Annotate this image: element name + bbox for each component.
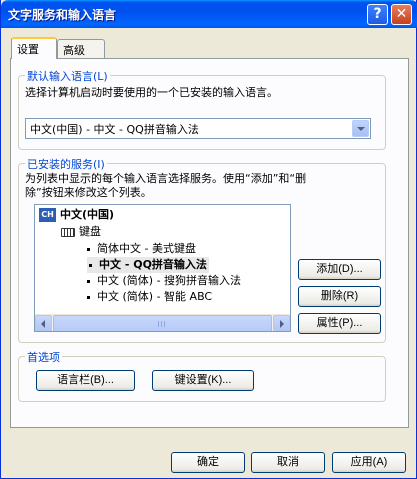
ok-button[interactable]: 确定 xyxy=(171,452,245,473)
tree-service-item[interactable]: 中文 (简体) - 搜狗拼音输入法 xyxy=(87,273,241,289)
properties-button[interactable]: 属性(P)... xyxy=(298,313,381,334)
grip-icon xyxy=(158,321,166,327)
apply-button[interactable]: 应用(A) xyxy=(332,452,406,473)
remove-button[interactable]: 删除(R) xyxy=(298,286,381,307)
bullet-icon xyxy=(87,279,90,283)
horizontal-scrollbar[interactable] xyxy=(35,314,290,331)
window-title: 文字服务和输入语言 xyxy=(8,8,117,22)
service-label: 中文 (简体) - 智能 ABC xyxy=(97,290,213,303)
scroll-thumb[interactable] xyxy=(53,315,272,331)
bullet-icon xyxy=(89,263,92,267)
default-language-description: 选择计算机启动时要使用的一个已安装的输入语言。 xyxy=(25,86,278,99)
tree-service-item-selected[interactable]: 中文 - QQ拼音输入法 xyxy=(87,257,209,273)
default-language-value: 中文(中国) - 中文 - QQ拼音输入法 xyxy=(30,123,199,136)
tree-service-item[interactable]: 中文 (简体) - 智能 ABC xyxy=(87,289,212,305)
installed-services-description-line2: 除”按钮来修改这个列表。 xyxy=(25,186,152,199)
preferences-legend: 首选项 xyxy=(25,349,62,365)
tree-category-label: 键盘 xyxy=(79,225,101,238)
bullet-icon xyxy=(87,295,90,299)
service-label: 中文 (简体) - 搜狗拼音输入法 xyxy=(97,274,242,287)
cancel-button[interactable]: 取消 xyxy=(251,452,325,473)
tree-language-label: 中文(中国) xyxy=(60,208,115,221)
close-button[interactable]: ✕ xyxy=(391,4,412,25)
keyboard-icon xyxy=(61,227,75,237)
tree-language-node[interactable]: CH 中文(中国) xyxy=(39,207,114,223)
tree-service-item[interactable]: 简体中文 - 美式键盘 xyxy=(87,241,196,257)
service-label: 中文 - QQ拼音输入法 xyxy=(99,258,207,271)
language-badge-icon: CH xyxy=(39,208,56,222)
tab-settings[interactable]: 设置 xyxy=(11,37,57,59)
default-language-legend: 默认输入语言(L) xyxy=(25,68,110,84)
tree-category-node[interactable]: 键盘 xyxy=(61,224,101,240)
default-language-select[interactable]: 中文(中国) - 中文 - QQ拼音输入法 xyxy=(25,118,371,139)
bullet-icon xyxy=(87,247,90,251)
title-bar[interactable]: 文字服务和输入语言 ? ✕ xyxy=(1,0,417,28)
scroll-right-icon[interactable] xyxy=(273,315,290,331)
service-label: 简体中文 - 美式键盘 xyxy=(97,242,196,255)
dialog-window: 文字服务和输入语言 ? ✕ 设置 高级 默认输入语言(L) 选择计算机启动时要使… xyxy=(0,0,417,479)
help-button[interactable]: ? xyxy=(367,4,388,25)
add-button[interactable]: 添加(D)... xyxy=(298,259,381,280)
services-tree[interactable]: CH 中文(中国) 键盘 简体中文 - 美式键盘 中文 - QQ拼音输入法 中文 … xyxy=(34,204,291,332)
chevron-down-icon[interactable] xyxy=(352,120,369,137)
language-bar-button[interactable]: 语言栏(B)... xyxy=(36,370,135,391)
tab-advanced[interactable]: 高级 xyxy=(57,39,105,58)
scroll-left-icon[interactable] xyxy=(35,315,52,331)
key-settings-button[interactable]: 键设置(K)... xyxy=(152,370,254,391)
